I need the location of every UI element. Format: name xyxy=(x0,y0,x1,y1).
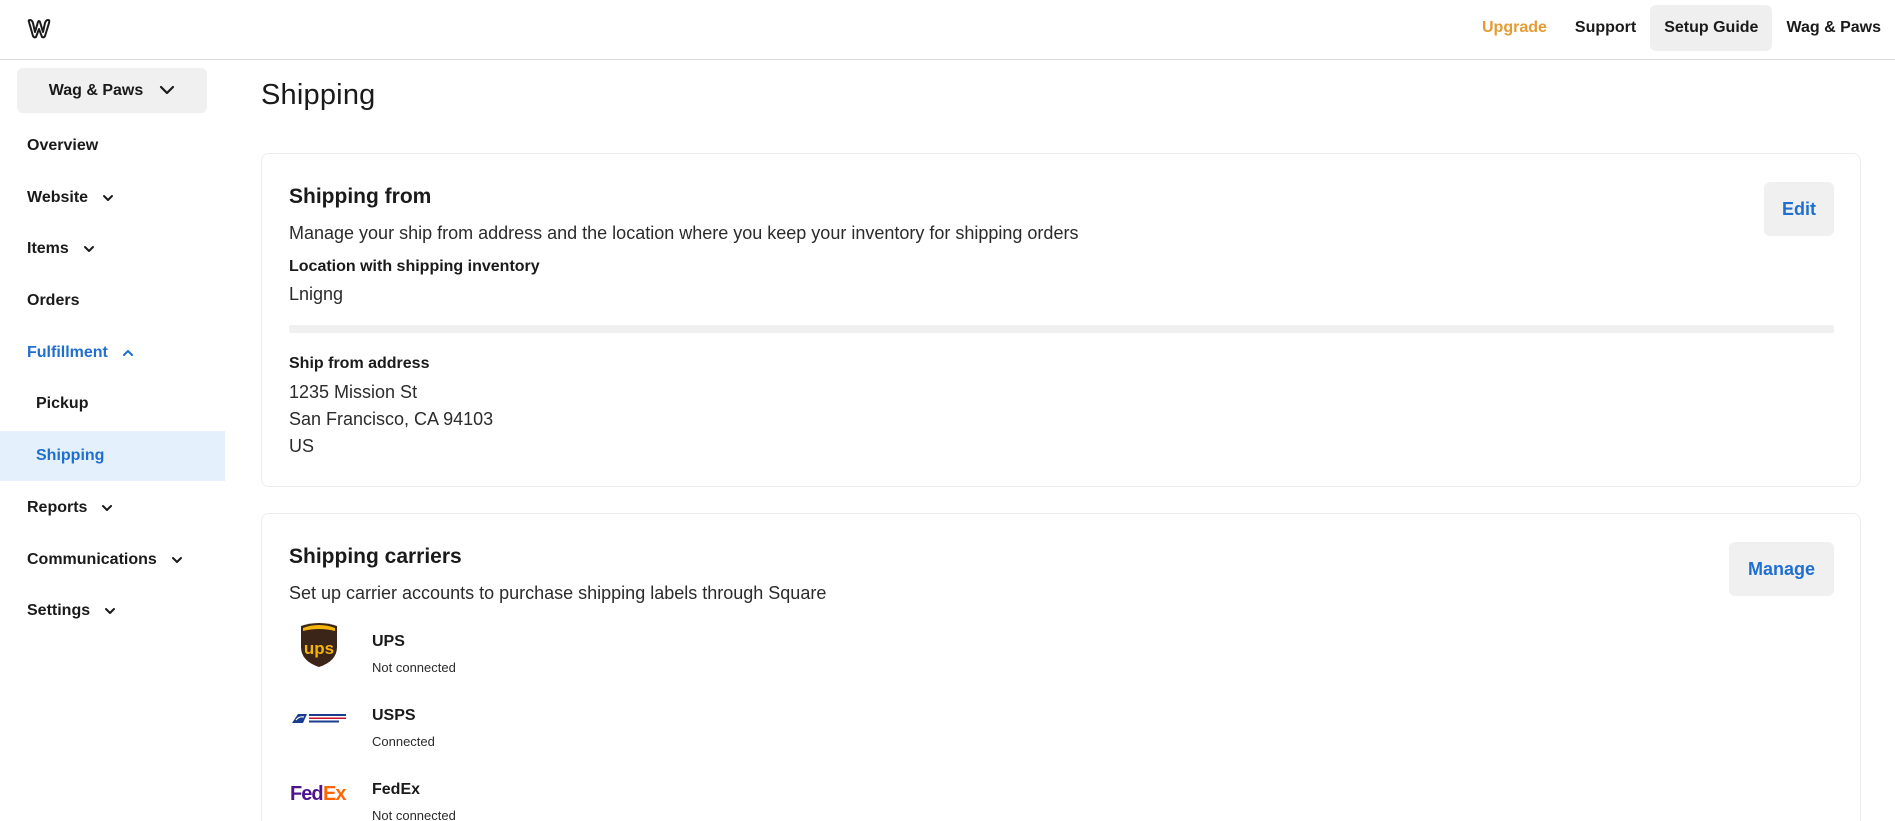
top-bar: Upgrade Support Setup Guide Wag & Paws xyxy=(0,0,1895,60)
carrier-name: UPS xyxy=(372,633,405,650)
carrier-status: Not connected xyxy=(372,660,456,675)
fedex-logo-ex: Ex xyxy=(323,783,346,805)
fedex-logo-fed: Fed xyxy=(290,783,323,805)
sidebar-item-fulfillment[interactable]: Fulfillment xyxy=(0,328,225,378)
fedex-logo-icon: Fed Ex xyxy=(289,768,349,818)
chevron-down-icon xyxy=(164,551,183,569)
sidebar-item-label: Reports xyxy=(27,499,88,516)
chevron-down-icon xyxy=(97,602,116,620)
shipping-from-description: Manage your ship from address and the lo… xyxy=(289,223,1079,243)
ups-logo-text: ups xyxy=(304,639,334,658)
manage-button[interactable]: Manage xyxy=(1729,542,1834,596)
sidebar-item-label: Shipping xyxy=(36,447,105,464)
upgrade-link[interactable]: Upgrade xyxy=(1468,5,1561,51)
setup-guide-link[interactable]: Setup Guide xyxy=(1650,5,1773,51)
sidebar-item-label: Items xyxy=(27,240,69,257)
support-link[interactable]: Support xyxy=(1561,5,1650,51)
address-line-2: San Francisco, CA 94103 xyxy=(289,409,494,429)
edit-button[interactable]: Edit xyxy=(1764,182,1834,236)
carrier-row-fedex: Fed Ex FedEx Not connected xyxy=(289,768,689,821)
sidebar-item-label: Website xyxy=(27,189,89,206)
site-switcher[interactable]: Wag & Paws xyxy=(17,68,207,113)
sidebar-item-website[interactable]: Website xyxy=(0,173,225,223)
chevron-down-icon xyxy=(76,240,95,258)
site-switcher-label: Wag & Paws xyxy=(48,81,144,99)
carrier-row-usps: USPS Connected xyxy=(289,694,689,754)
carrier-row-ups: ups UPS Not connected xyxy=(289,620,689,680)
location-label: Location with shipping inventory xyxy=(289,258,540,275)
sidebar-item-orders[interactable]: Orders xyxy=(0,276,225,326)
carrier-name: USPS xyxy=(372,707,416,724)
chevron-down-icon xyxy=(95,189,114,207)
weebly-w-logo-icon[interactable] xyxy=(26,17,52,41)
shipping-carriers-description: Set up carrier accounts to purchase ship… xyxy=(289,583,827,603)
address-label: Ship from address xyxy=(289,355,430,372)
usps-logo-icon xyxy=(289,694,349,744)
shipping-from-title: Shipping from xyxy=(289,185,432,208)
sidebar-item-label: Fulfillment xyxy=(27,344,108,361)
shipping-from-card: Shipping from Manage your ship from addr… xyxy=(261,153,1861,487)
shipping-carriers-card: Shipping carriers Set up carrier account… xyxy=(261,513,1861,821)
carrier-name: FedEx xyxy=(372,781,421,798)
sidebar-item-label: Pickup xyxy=(36,395,89,412)
sidebar-item-label: Overview xyxy=(27,137,99,154)
carrier-status: Connected xyxy=(372,734,435,749)
sidebar-item-overview[interactable]: Overview xyxy=(0,121,225,171)
chevron-down-icon xyxy=(94,499,113,517)
address-line-3: US xyxy=(289,436,315,456)
sidebar-item-settings[interactable]: Settings xyxy=(0,586,225,636)
location-value: Lnigng xyxy=(289,284,344,304)
chevron-down-icon xyxy=(151,82,175,100)
carrier-status: Not connected xyxy=(372,808,456,821)
sidebar-item-label: Settings xyxy=(27,602,91,619)
sidebar-item-pickup[interactable]: Pickup xyxy=(0,379,225,429)
sidebar: Wag & Paws Overview Website Items Orders… xyxy=(0,61,225,821)
sidebar-item-items[interactable]: Items xyxy=(0,224,225,274)
sidebar-item-label: Communications xyxy=(27,551,157,568)
sidebar-item-communications[interactable]: Communications xyxy=(0,535,225,585)
page-title: Shipping xyxy=(261,79,376,111)
address-line-1: 1235 Mission St xyxy=(289,382,418,402)
chevron-up-icon xyxy=(115,344,134,362)
top-nav: Upgrade Support Setup Guide Wag & Paws xyxy=(1468,5,1895,51)
sidebar-item-reports[interactable]: Reports xyxy=(0,483,225,533)
shipping-carriers-title: Shipping carriers xyxy=(289,545,462,568)
ups-logo-icon: ups xyxy=(289,620,349,670)
sidebar-item-label: Orders xyxy=(27,292,80,309)
account-menu[interactable]: Wag & Paws xyxy=(1772,5,1895,51)
section-divider xyxy=(289,325,1834,333)
sidebar-item-shipping[interactable]: Shipping xyxy=(0,431,225,481)
